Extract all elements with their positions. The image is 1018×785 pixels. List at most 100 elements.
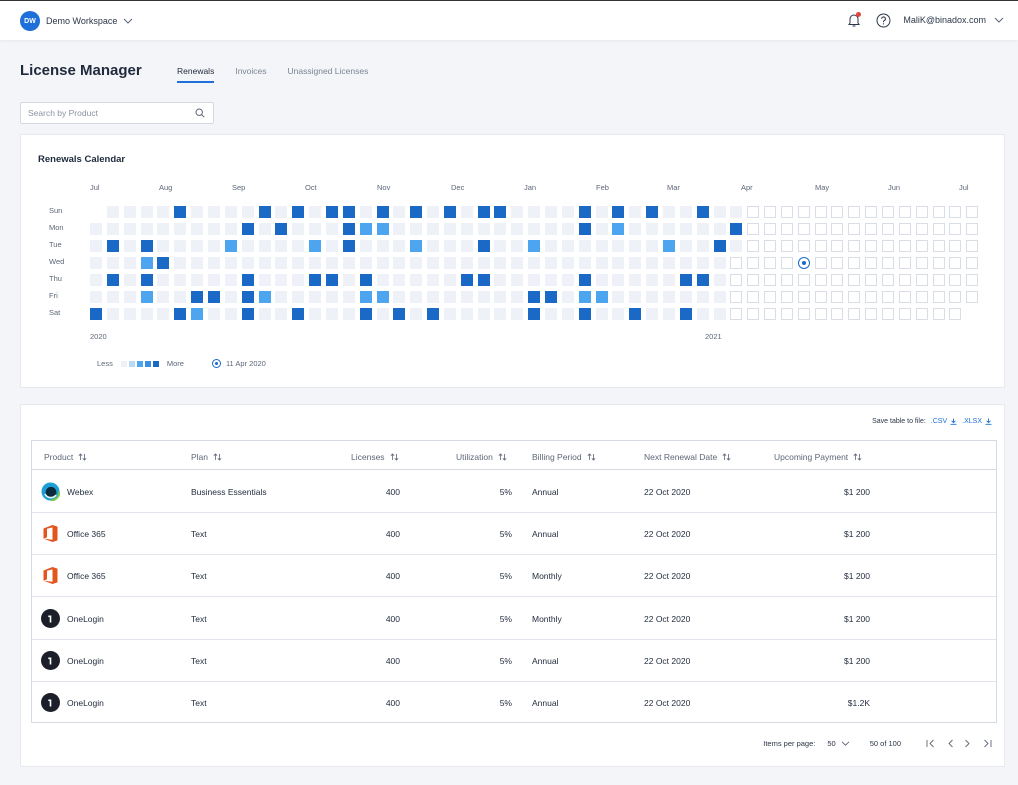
calendar-day-cell[interactable]: [848, 274, 861, 286]
calendar-day-cell[interactable]: [545, 274, 557, 286]
calendar-day-cell[interactable]: [814, 240, 827, 252]
calendar-day-cell[interactable]: [511, 308, 524, 320]
calendar-day-cell[interactable]: [966, 274, 979, 286]
calendar-day-cell[interactable]: [949, 206, 962, 218]
calendar-day-cell[interactable]: [595, 206, 608, 218]
calendar-day-cell[interactable]: [224, 291, 237, 303]
calendar-day-cell[interactable]: [932, 206, 945, 218]
calendar-day-cell[interactable]: [780, 274, 793, 286]
calendar-day-cell[interactable]: [578, 257, 591, 269]
calendar-day-cell[interactable]: [90, 257, 102, 269]
calendar-day-cell[interactable]: [780, 308, 793, 320]
calendar-day-cell[interactable]: [309, 308, 322, 320]
calendar-day-cell[interactable]: [174, 223, 187, 235]
calendar-day-cell[interactable]: [882, 240, 894, 252]
calendar-day-cell[interactable]: [831, 291, 844, 303]
calendar-day-cell[interactable]: [595, 308, 608, 320]
calendar-renewal-cell[interactable]: [106, 240, 119, 252]
calendar-day-cell[interactable]: [359, 206, 372, 218]
calendar-day-cell[interactable]: [140, 223, 153, 235]
calendar-day-cell[interactable]: [477, 257, 490, 269]
calendar-day-cell[interactable]: [882, 274, 894, 286]
calendar-renewal-cell[interactable]: [477, 206, 490, 218]
calendar-day-cell[interactable]: [123, 308, 136, 320]
calendar-day-cell[interactable]: [511, 291, 524, 303]
calendar-day-cell[interactable]: [882, 308, 894, 320]
calendar-day-cell[interactable]: [629, 291, 642, 303]
column-header-utilization[interactable]: Utilization: [456, 452, 507, 462]
calendar-renewal-cell[interactable]: [342, 223, 355, 235]
calendar-day-cell[interactable]: [224, 257, 237, 269]
calendar-day-cell[interactable]: [629, 240, 642, 252]
calendar-day-cell[interactable]: [932, 257, 945, 269]
calendar-day-cell[interactable]: [561, 206, 574, 218]
calendar-day-cell[interactable]: [814, 257, 827, 269]
calendar-day-cell[interactable]: [511, 274, 524, 286]
calendar-day-cell[interactable]: [713, 291, 726, 303]
calendar-day-cell[interactable]: [780, 223, 793, 235]
calendar-day-cell[interactable]: [309, 223, 322, 235]
calendar-day-cell[interactable]: [764, 308, 776, 320]
table-row[interactable]: Office 365 Text 400 5% Annual 22 Oct 2020 $1 2…: [32, 513, 996, 556]
first-page-button[interactable]: [926, 739, 935, 748]
calendar-day-cell[interactable]: [561, 274, 574, 286]
calendar-day-cell[interactable]: [730, 291, 743, 303]
calendar-day-cell[interactable]: [545, 257, 557, 269]
calendar-day-cell[interactable]: [208, 223, 220, 235]
calendar-renewal-cell[interactable]: [595, 291, 608, 303]
table-row[interactable]: OneLogin Text 400 5% Annual 22 Oct 2020 $1.2K: [32, 682, 996, 724]
calendar-day-cell[interactable]: [949, 240, 962, 252]
calendar-day-cell[interactable]: [662, 223, 675, 235]
calendar-renewal-cell[interactable]: [140, 274, 153, 286]
calendar-day-cell[interactable]: [511, 223, 524, 235]
calendar-day-cell[interactable]: [494, 308, 507, 320]
calendar-day-cell[interactable]: [477, 308, 490, 320]
calendar-day-cell[interactable]: [309, 206, 322, 218]
calendar-day-cell[interactable]: [831, 257, 844, 269]
calendar-today-marker[interactable]: [797, 257, 810, 269]
calendar-day-cell[interactable]: [275, 206, 288, 218]
calendar-day-cell[interactable]: [780, 240, 793, 252]
calendar-renewal-cell[interactable]: [342, 206, 355, 218]
calendar-renewal-cell[interactable]: [292, 206, 305, 218]
tab-unassigned-licenses[interactable]: Unassigned Licenses: [288, 66, 369, 82]
calendar-renewal-cell[interactable]: [578, 308, 591, 320]
calendar-day-cell[interactable]: [662, 274, 675, 286]
calendar-day-cell[interactable]: [679, 206, 692, 218]
calendar-day-cell[interactable]: [208, 257, 220, 269]
calendar-day-cell[interactable]: [123, 274, 136, 286]
table-row[interactable]: Office 365 Text 400 5% Monthly 22 Oct 2020 $1 …: [32, 555, 996, 598]
notifications-button[interactable]: [846, 12, 862, 28]
export-xlsx-button[interactable]: .XLSX: [962, 418, 992, 425]
calendar-day-cell[interactable]: [915, 257, 928, 269]
calendar-day-cell[interactable]: [865, 274, 878, 286]
calendar-day-cell[interactable]: [325, 223, 338, 235]
calendar-day-cell[interactable]: [410, 274, 423, 286]
calendar-day-cell[interactable]: [494, 291, 507, 303]
calendar-day-cell[interactable]: [123, 257, 136, 269]
calendar-day-cell[interactable]: [460, 291, 473, 303]
calendar-renewal-cell[interactable]: [224, 240, 237, 252]
calendar-day-cell[interactable]: [966, 206, 979, 218]
calendar-renewal-cell[interactable]: [612, 223, 625, 235]
calendar-renewal-cell[interactable]: [359, 274, 372, 286]
calendar-day-cell[interactable]: [427, 274, 439, 286]
calendar-day-cell[interactable]: [359, 240, 372, 252]
calendar-day-cell[interactable]: [106, 291, 119, 303]
calendar-renewal-cell[interactable]: [140, 257, 153, 269]
previous-page-button[interactable]: [947, 739, 954, 748]
calendar-day-cell[interactable]: [477, 223, 490, 235]
calendar-renewal-cell[interactable]: [679, 308, 692, 320]
calendar-day-cell[interactable]: [494, 257, 507, 269]
calendar-renewal-cell[interactable]: [157, 257, 170, 269]
calendar-day-cell[interactable]: [764, 206, 776, 218]
calendar-day-cell[interactable]: [662, 257, 675, 269]
calendar-day-cell[interactable]: [258, 257, 271, 269]
calendar-day-cell[interactable]: [949, 274, 962, 286]
calendar-day-cell[interactable]: [814, 274, 827, 286]
calendar-day-cell[interactable]: [427, 223, 439, 235]
calendar-day-cell[interactable]: [578, 240, 591, 252]
calendar-day-cell[interactable]: [342, 308, 355, 320]
tab-invoices[interactable]: Invoices: [235, 66, 266, 82]
calendar-day-cell[interactable]: [612, 308, 625, 320]
